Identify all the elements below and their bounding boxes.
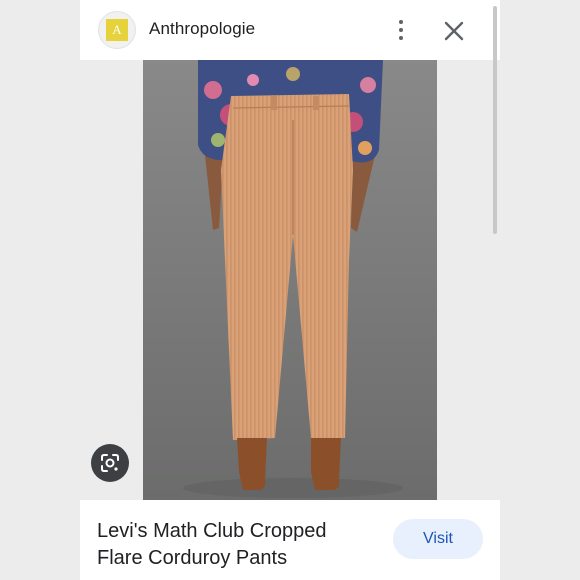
background-left (0, 0, 80, 580)
background-right (500, 0, 580, 580)
visit-button[interactable]: Visit (393, 519, 483, 559)
preview-header: A Anthropologie (80, 0, 500, 60)
product-image[interactable] (143, 60, 437, 500)
site-name[interactable]: Anthropologie (149, 19, 255, 39)
product-title[interactable]: Levi's Math Club Cropped Flare Corduroy … (97, 518, 377, 572)
close-icon (444, 21, 464, 41)
product-photo-illustration (143, 60, 437, 500)
more-options-button[interactable] (388, 14, 414, 46)
google-lens-icon (101, 454, 119, 472)
site-logo[interactable]: A (98, 11, 136, 49)
site-logo-letter: A (106, 19, 128, 41)
image-area (80, 60, 500, 500)
close-button[interactable] (441, 18, 467, 44)
lens-search-button[interactable] (91, 444, 129, 482)
more-vert-icon (399, 20, 403, 24)
scrollbar[interactable] (493, 6, 497, 234)
image-preview-panel: A Anthropologie Levi's Math Club Cropped… (80, 0, 500, 580)
